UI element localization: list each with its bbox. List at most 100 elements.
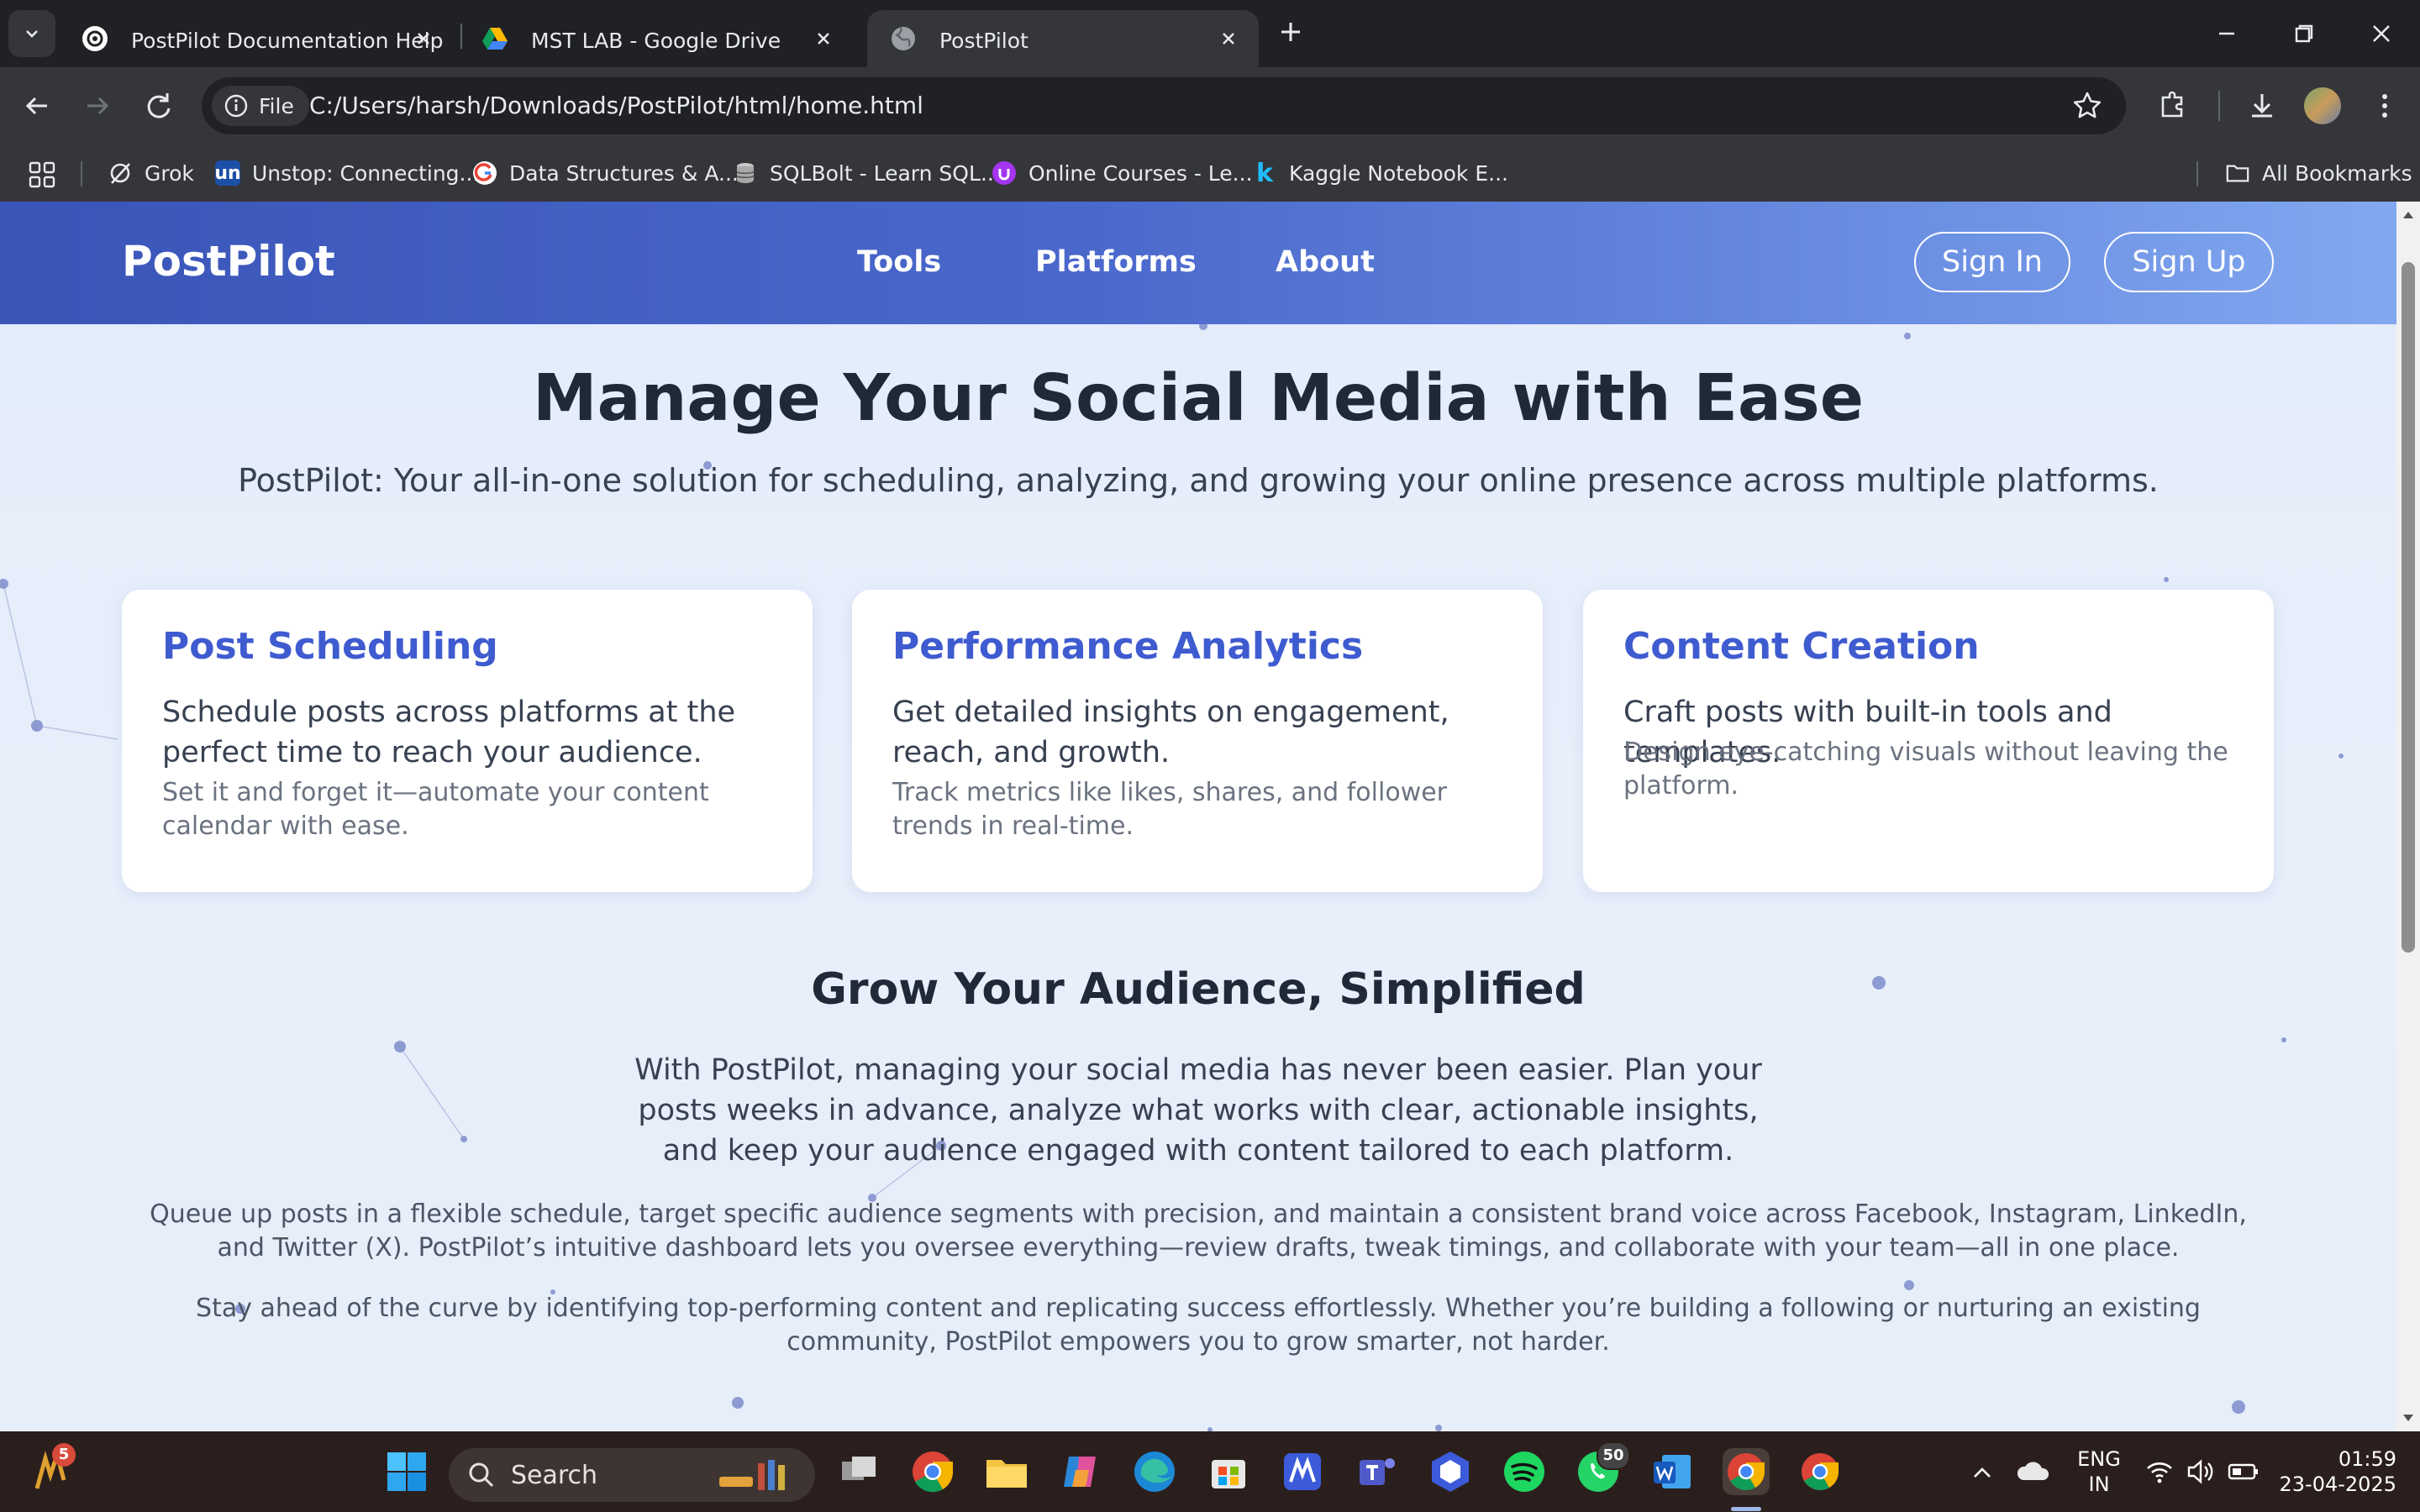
tab-title: PostPilot — [939, 29, 1028, 53]
globe-icon — [892, 27, 915, 50]
taskbar-chrome-active[interactable] — [1723, 1448, 1770, 1495]
toolbar-divider — [2218, 91, 2220, 121]
hexagon-app-icon — [1432, 1452, 1469, 1492]
region-code: IN — [2088, 1473, 2110, 1496]
bookmark-star-icon[interactable] — [2070, 89, 2104, 123]
scroll-up-icon[interactable] — [2402, 208, 2415, 222]
site-info-chip[interactable]: File — [212, 86, 309, 126]
more-menu-icon[interactable] — [2365, 86, 2405, 126]
section-title: Grow Your Audience, Simplified — [811, 964, 1586, 1015]
card-title: Post Scheduling — [162, 625, 498, 668]
task-view-button[interactable] — [835, 1448, 882, 1495]
bookmark-data-structures[interactable]: Data Structures & A... — [472, 155, 739, 192]
tab-mst-lab-drive[interactable]: MST LAB - Google Drive — [459, 10, 854, 67]
site-info-label: File — [259, 93, 294, 118]
back-icon[interactable] — [18, 87, 55, 124]
tab-postpilot-docs[interactable]: PostPilot Documentation Help — [59, 10, 454, 67]
taskbar-app-hex[interactable] — [1427, 1448, 1474, 1495]
database-icon — [733, 160, 758, 186]
new-tab-icon[interactable] — [1274, 15, 1307, 49]
grok-icon — [108, 160, 133, 186]
input-language[interactable]: ENG IN — [2075, 1446, 2123, 1497]
windows-logo-icon — [387, 1452, 426, 1491]
tab-postpilot[interactable]: PostPilot — [867, 10, 1259, 67]
tab-title: MST LAB - Google Drive — [531, 29, 781, 53]
word-icon — [1654, 1455, 1691, 1488]
bookmark-label: Grok — [145, 160, 194, 186]
extensions-icon[interactable] — [2153, 86, 2193, 126]
all-bookmarks-label: All Bookmarks — [2262, 160, 2412, 186]
teams-icon — [1360, 1458, 1395, 1485]
close-window-icon[interactable] — [2361, 13, 2402, 54]
minimize-icon[interactable] — [2207, 13, 2247, 54]
taskbar-edge[interactable] — [1131, 1448, 1178, 1495]
taskbar-copilot[interactable] — [1057, 1448, 1104, 1495]
taskbar-chrome[interactable] — [909, 1448, 956, 1495]
battery-icon[interactable] — [2227, 1458, 2260, 1485]
bookmark-label: Online Courses - Le... — [1028, 160, 1253, 186]
bookmark-online-courses[interactable]: Online Courses - Le... — [992, 155, 1253, 192]
spotify-icon — [1504, 1452, 1544, 1492]
taskbar-spotify[interactable] — [1501, 1448, 1548, 1495]
bookmark-grok[interactable]: Grok — [108, 155, 194, 192]
close-icon[interactable] — [812, 27, 835, 50]
taskbar-file-explorer[interactable] — [983, 1448, 1030, 1495]
onedrive-icon[interactable] — [2015, 1457, 2052, 1487]
taskbar-word[interactable] — [1649, 1448, 1696, 1495]
store-icon — [1212, 1460, 1245, 1488]
taskbar-teams[interactable] — [1353, 1448, 1400, 1495]
scroll-down-icon[interactable] — [2402, 1411, 2415, 1425]
sign-up-button[interactable]: Sign Up — [2104, 232, 2274, 292]
bookmark-kaggle[interactable]: k Kaggle Notebook E... — [1252, 155, 1508, 192]
wifi-icon[interactable] — [2144, 1457, 2175, 1487]
start-button[interactable] — [383, 1448, 430, 1495]
close-icon[interactable] — [412, 27, 435, 50]
nav-platforms[interactable]: Platforms — [1035, 245, 1197, 279]
sign-in-button[interactable]: Sign In — [1914, 232, 2070, 292]
bookmark-label: Unstop: Connecting... — [252, 160, 480, 186]
search-highlight-icon — [719, 1460, 785, 1490]
volume-icon[interactable] — [2185, 1457, 2215, 1487]
bookmark-label: Kaggle Notebook E... — [1289, 160, 1508, 186]
app-m-icon — [1284, 1453, 1321, 1490]
taskbar-chrome-profile-2[interactable] — [1797, 1448, 1844, 1495]
udemy-icon — [992, 160, 1017, 186]
profile-avatar[interactable] — [2304, 87, 2341, 124]
site-header: PostPilot Tools Platforms About Sign In … — [0, 202, 2396, 324]
nav-about[interactable]: About — [1276, 245, 1375, 279]
forward-icon[interactable] — [79, 87, 116, 124]
url-text[interactable]: C:/Users/harsh/Downloads/PostPilot/html/… — [309, 92, 923, 119]
taskbar-search-label: Search — [511, 1460, 598, 1490]
close-icon[interactable] — [1217, 27, 1240, 50]
clock-time: 01:59 — [2338, 1447, 2396, 1471]
edge-icon — [1134, 1452, 1175, 1492]
all-bookmarks-folder[interactable]: All Bookmarks — [2225, 155, 2412, 192]
page-scrollbar[interactable] — [2396, 202, 2420, 1431]
bookmark-unstop[interactable]: un Unstop: Connecting... — [214, 155, 480, 192]
clock[interactable]: 01:59 23-04-2025 — [2279, 1446, 2396, 1497]
chevron-up-icon[interactable] — [1968, 1458, 1996, 1487]
apps-grid-icon[interactable] — [27, 160, 57, 190]
bookmark-sqlbolt[interactable]: SQLBolt - Learn SQL... — [733, 155, 1001, 192]
address-bar[interactable]: File C:/Users/harsh/Downloads/PostPilot/… — [202, 77, 2126, 134]
restore-icon[interactable] — [2284, 13, 2324, 54]
tab-search-button[interactable] — [8, 10, 55, 57]
browser-toolbar: File C:/Users/harsh/Downloads/PostPilot/… — [0, 67, 2420, 144]
nav-tools[interactable]: Tools — [857, 245, 941, 279]
taskbar-app-m[interactable] — [1279, 1448, 1326, 1495]
language-code: ENG — [2077, 1447, 2121, 1471]
taskbar-store[interactable] — [1205, 1448, 1252, 1495]
reload-icon[interactable] — [139, 87, 176, 124]
download-icon[interactable] — [2242, 86, 2282, 126]
card-lead: Schedule posts across platforms at the p… — [162, 696, 736, 769]
feature-card-analytics: Performance Analytics Get detailed insig… — [852, 590, 1543, 892]
section-paragraph-2: Stay ahead of the curve by identifying t… — [196, 1294, 2201, 1357]
scrollbar-thumb[interactable] — [2402, 262, 2415, 953]
card-title: Performance Analytics — [892, 625, 1364, 668]
card-lead: Get detailed insights on engagement, rea… — [892, 696, 1449, 769]
taskbar-search[interactable]: Search — [449, 1448, 815, 1502]
chrome-icon — [913, 1452, 954, 1493]
windows-taskbar: 5 Search 50 ENG IN 01:59 23-04-2025 — [0, 1431, 2420, 1512]
chrome-profile-icon — [1728, 1453, 1765, 1490]
site-logo[interactable]: PostPilot — [122, 237, 335, 286]
